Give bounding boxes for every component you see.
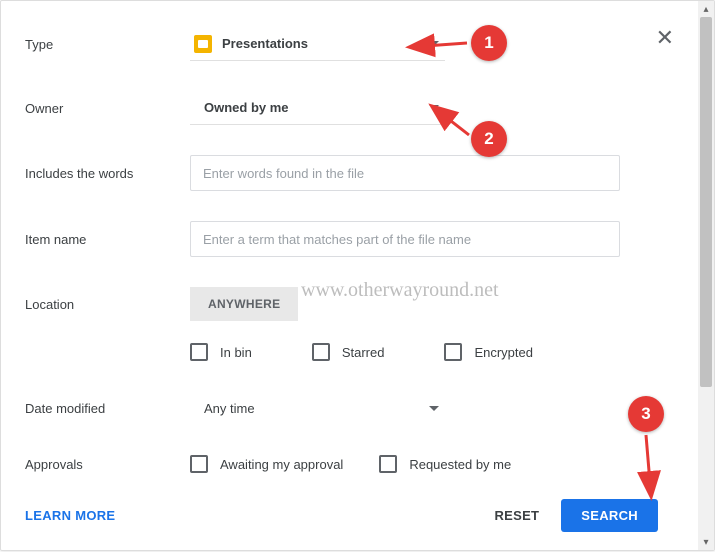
scrollbar-thumb[interactable] [700, 17, 712, 387]
checkbox-encrypted[interactable]: Encrypted [444, 343, 533, 361]
scroll-up-arrow[interactable]: ▴ [698, 1, 714, 17]
owner-dropdown[interactable]: Owned by me [190, 91, 445, 125]
row-item-name: Item name [25, 221, 674, 257]
label-approvals: Approvals [25, 457, 190, 472]
includes-words-input[interactable] [190, 155, 620, 191]
label-location: Location [25, 297, 190, 312]
date-modified-dropdown[interactable]: Any time [190, 391, 445, 425]
row-location: Location ANYWHERE [25, 287, 674, 321]
checkbox-in-bin-label: In bin [220, 345, 252, 360]
checkbox-in-bin[interactable]: In bin [190, 343, 252, 361]
row-owner: Owner Owned by me [25, 91, 674, 125]
search-button[interactable]: SEARCH [561, 499, 658, 532]
item-name-input[interactable] [190, 221, 620, 257]
scroll-down-arrow[interactable]: ▾ [698, 534, 714, 550]
chevron-down-icon [429, 406, 439, 411]
type-dropdown[interactable]: Presentations [190, 27, 445, 61]
date-modified-value: Any time [204, 401, 255, 416]
label-owner: Owner [25, 101, 190, 116]
checkbox-box-icon [444, 343, 462, 361]
scrollbar-track[interactable]: ▴ ▾ [698, 1, 714, 550]
label-date-modified: Date modified [25, 401, 190, 416]
chevron-down-icon [429, 105, 439, 110]
search-filters-dialog: ✕ Type Presentations Owner Owned by me I… [1, 1, 698, 550]
label-item-name: Item name [25, 232, 190, 247]
presentations-icon [194, 35, 212, 53]
checkbox-awaiting-label: Awaiting my approval [220, 457, 343, 472]
checkbox-requested-by-me[interactable]: Requested by me [379, 455, 511, 473]
checkbox-box-icon [190, 455, 208, 473]
checkbox-box-icon [312, 343, 330, 361]
chevron-down-icon [429, 41, 439, 46]
row-type: Type Presentations [25, 27, 674, 61]
label-includes: Includes the words [25, 166, 190, 181]
row-date-modified: Date modified Any time [25, 391, 674, 425]
checkbox-awaiting-approval[interactable]: Awaiting my approval [190, 455, 343, 473]
learn-more-link[interactable]: LEARN MORE [25, 508, 115, 523]
label-type: Type [25, 37, 190, 52]
checkbox-box-icon [190, 343, 208, 361]
row-approvals: Approvals Awaiting my approval Requested… [25, 455, 674, 473]
checkbox-starred[interactable]: Starred [312, 343, 385, 361]
owner-dropdown-value: Owned by me [204, 100, 289, 115]
dialog-footer: LEARN MORE RESET SEARCH [25, 499, 658, 532]
location-chip-anywhere[interactable]: ANYWHERE [190, 287, 298, 321]
reset-button[interactable]: RESET [494, 508, 539, 523]
row-includes: Includes the words [25, 155, 674, 191]
type-dropdown-value: Presentations [222, 36, 308, 51]
checkbox-box-icon [379, 455, 397, 473]
checkbox-requested-label: Requested by me [409, 457, 511, 472]
row-flags: In bin Starred Encrypted [25, 343, 674, 361]
checkbox-encrypted-label: Encrypted [474, 345, 533, 360]
checkbox-starred-label: Starred [342, 345, 385, 360]
